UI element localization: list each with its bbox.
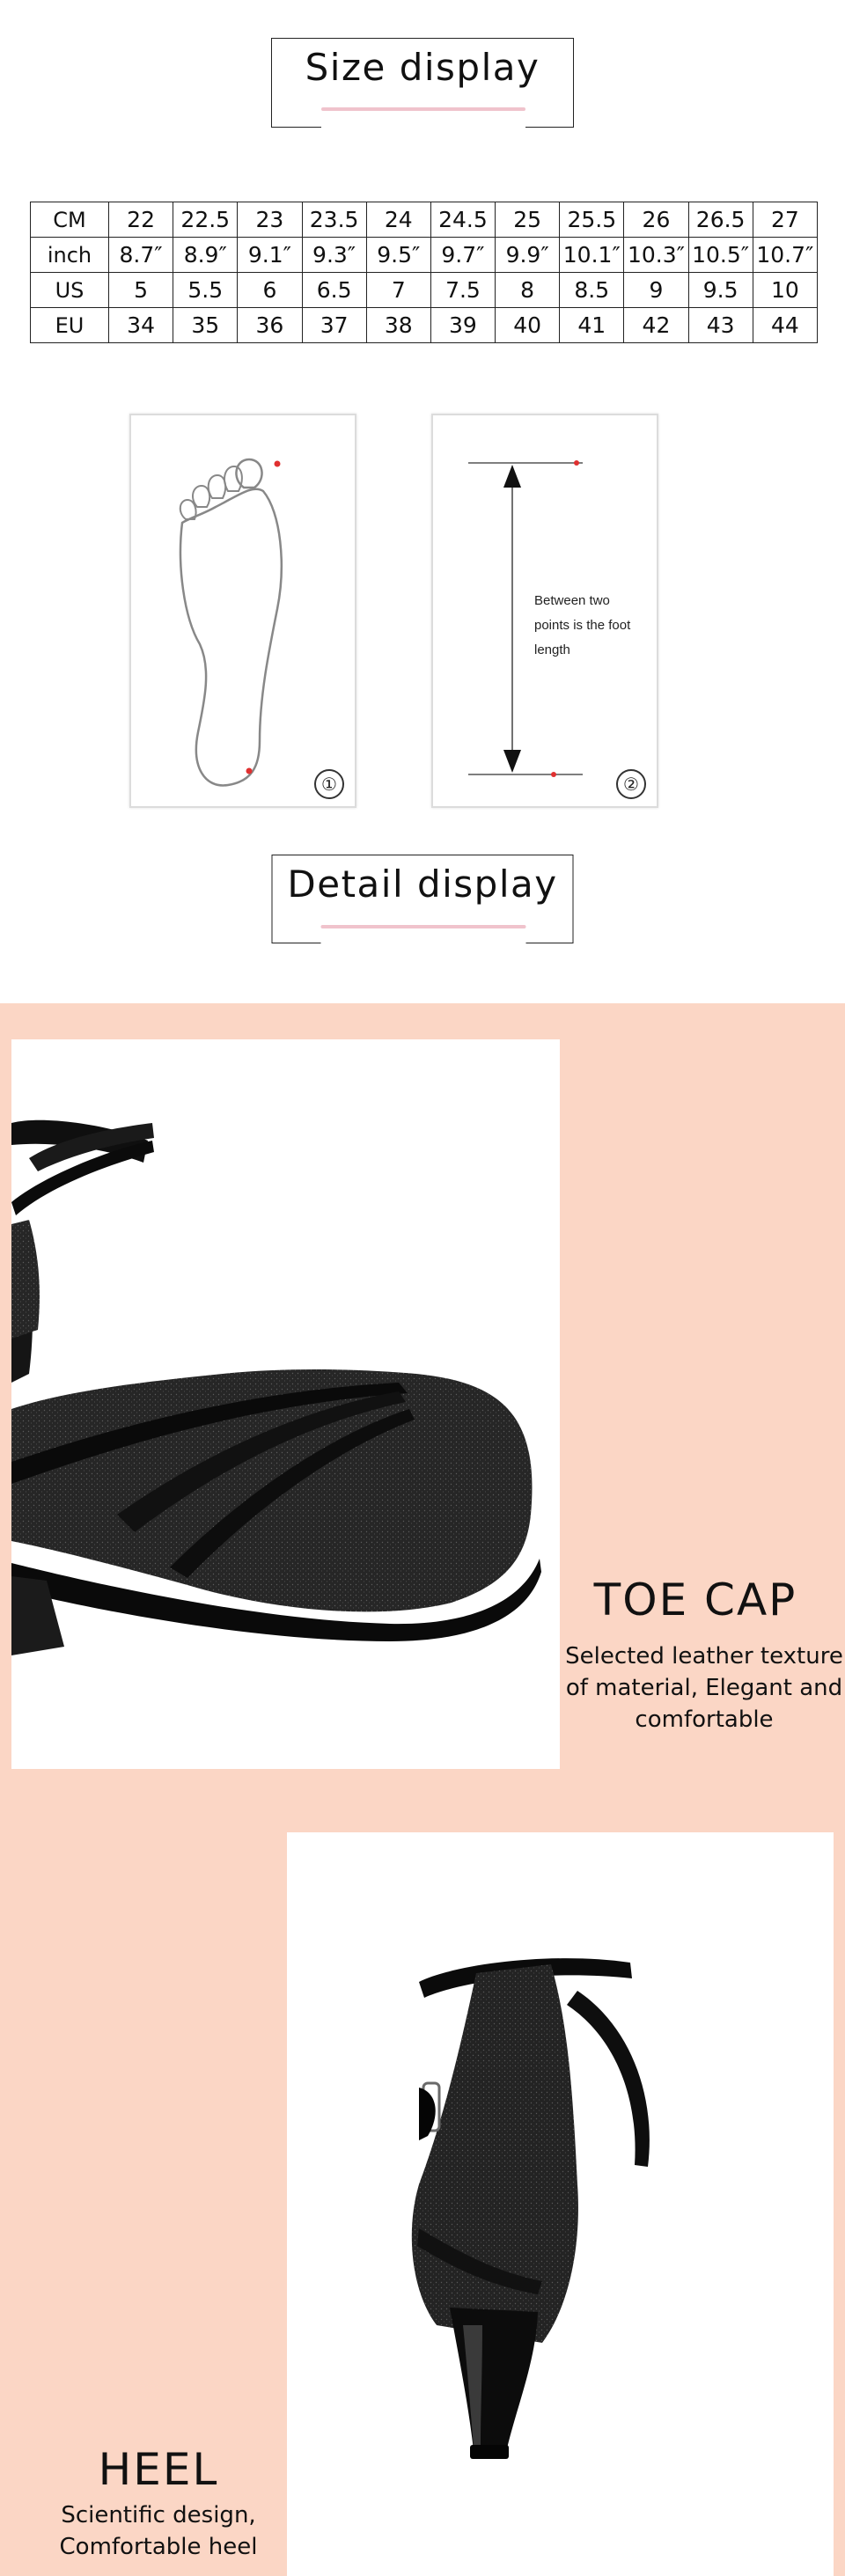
- size-cell: 8.5: [559, 272, 625, 308]
- size-cell: 43: [687, 307, 753, 343]
- toe-cap-title: TOE CAP: [593, 1574, 797, 1626]
- heel-photo: [287, 1832, 834, 2576]
- size-cell: 9.7″: [430, 237, 496, 273]
- size-cell: 37: [301, 307, 367, 343]
- size-cell: 25: [495, 202, 561, 238]
- size-display-title: Size display: [305, 46, 540, 89]
- size-row-label: inch: [30, 237, 109, 273]
- title-underline: [320, 925, 526, 928]
- size-cell: 24: [365, 202, 431, 238]
- size-table: CM 22 22.5 23 23.5 24 24.5 25 25.5 26 26.5 27 inch 8.…: [30, 202, 819, 343]
- size-cell: 5.5: [173, 272, 239, 308]
- size-cell: 9.5: [687, 272, 753, 308]
- shoe-toe-illustration: [11, 1119, 541, 1655]
- size-cell: 44: [752, 307, 819, 343]
- size-cell: 10.5″: [687, 237, 753, 273]
- size-cell: 9: [623, 272, 689, 308]
- size-cell: 42: [623, 307, 689, 343]
- foot-length-card: Between two points is the foot length ②: [431, 414, 658, 808]
- size-cell: 40: [495, 307, 561, 343]
- size-row-label: EU: [30, 307, 109, 343]
- size-cell: 10.1″: [559, 237, 625, 273]
- size-row-label: US: [30, 272, 109, 308]
- size-cell: 6.5: [301, 272, 367, 308]
- title-underline: [321, 107, 525, 111]
- size-cell: 22.5: [173, 202, 239, 238]
- detail-display-title-box: Detail display: [271, 855, 574, 945]
- size-cell: 10: [752, 272, 819, 308]
- size-cell: 9.3″: [301, 237, 367, 273]
- size-cell: 9.5″: [365, 237, 431, 273]
- step-one-badge: ①: [314, 769, 344, 799]
- foot-length-note: Between two points is the foot length: [534, 593, 631, 657]
- size-cell: 26: [623, 202, 689, 238]
- size-cell: 27: [752, 202, 819, 238]
- size-cell: 6: [237, 272, 303, 308]
- size-cell: 5: [107, 272, 174, 308]
- foot-outline-card: ①: [129, 414, 356, 808]
- size-cell: 41: [559, 307, 625, 343]
- size-cell: 22: [107, 202, 174, 238]
- size-cell: 10.7″: [752, 237, 819, 273]
- size-cell: 23: [237, 202, 303, 238]
- size-row-cm: CM 22 22.5 23 23.5 24 24.5 25 25.5 26 26.5 27: [30, 202, 819, 238]
- size-cell: 8.7″: [107, 237, 174, 273]
- heel-title: HEEL: [98, 2444, 219, 2495]
- size-row-label: CM: [30, 202, 109, 238]
- size-cell: 24.5: [430, 202, 496, 238]
- size-cell: 9.9″: [495, 237, 561, 273]
- heel-description: Scientific design, Comfortable heel: [59, 2502, 258, 2560]
- shoe-heel-illustration: [411, 1958, 650, 2459]
- size-cell: 7.5: [430, 272, 496, 308]
- size-cell: 36: [237, 307, 303, 343]
- size-row-inch: inch 8.7″ 8.9″ 9.1″ 9.3″ 9.5″ 9.7″ 9.9″ 10.1″ 10.…: [30, 237, 819, 273]
- size-display-title-box: Size display: [271, 38, 574, 129]
- size-cell: 23.5: [301, 202, 367, 238]
- size-cell: 8.9″: [173, 237, 239, 273]
- size-row-eu: EU 34 35 36 37 38 39 40 41 42 43 44: [30, 307, 819, 343]
- size-cell: 38: [365, 307, 431, 343]
- detail-display-title: Detail display: [287, 862, 558, 906]
- size-cell: 8: [495, 272, 561, 308]
- toe-cap-photo: [11, 1039, 560, 1769]
- foot-outline-icon: [179, 458, 283, 787]
- size-cell: 9.1″: [237, 237, 303, 273]
- size-cell: 39: [430, 307, 496, 343]
- size-cell: 34: [107, 307, 174, 343]
- size-cell: 26.5: [687, 202, 753, 238]
- size-row-us: US 5 5.5 6 6.5 7 7.5 8 8.5 9 9.5 10: [30, 272, 819, 308]
- toe-cap-description: Selected leather texture of material, El…: [565, 1643, 843, 1733]
- step-two-badge: ②: [616, 769, 646, 799]
- size-cell: 10.3″: [623, 237, 689, 273]
- size-cell: 35: [173, 307, 239, 343]
- size-cell: 25.5: [559, 202, 625, 238]
- size-cell: 7: [365, 272, 431, 308]
